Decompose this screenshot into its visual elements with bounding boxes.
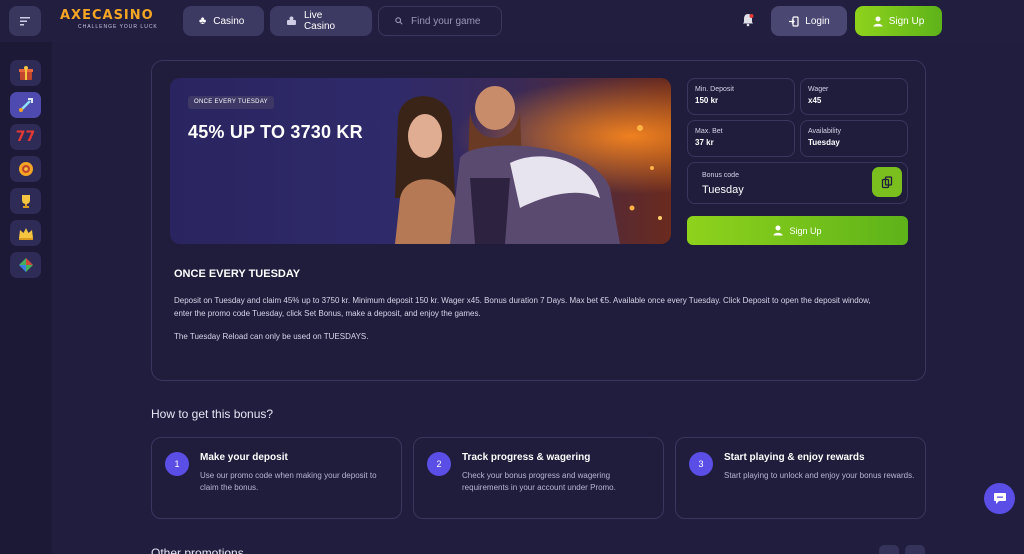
step-number: 2 — [427, 452, 451, 476]
sidebar-item-battles[interactable] — [10, 92, 41, 118]
dealer-icon — [286, 16, 296, 25]
gem-icon — [18, 258, 33, 272]
sidebar-item-tournaments[interactable] — [10, 188, 41, 214]
logo-tagline: CHALLENGE YOUR LUCK — [78, 24, 158, 30]
login-icon — [789, 15, 799, 27]
info-availability-value: Tuesday — [808, 138, 840, 147]
signup-button-header[interactable]: Sign Up — [855, 6, 942, 36]
user-add-icon — [873, 16, 883, 26]
info-min-deposit: Min. Deposit 150 kr — [687, 78, 795, 115]
notification-bell-icon[interactable] — [742, 13, 754, 27]
info-availability-label: Availability — [808, 128, 841, 135]
info-min-deposit-value: 150 kr — [695, 96, 719, 105]
trophy-icon — [21, 195, 30, 208]
sidebar: 77 — [0, 42, 52, 554]
step-description: Use our promo code when making your depo… — [200, 471, 377, 492]
chat-icon — [993, 493, 1006, 504]
info-wager-label: Wager — [808, 86, 829, 93]
chat-button[interactable] — [984, 483, 1015, 514]
signup-button-promo[interactable]: Sign Up — [687, 216, 908, 245]
copy-code-button[interactable] — [872, 167, 902, 197]
step-title: Track progress & wagering — [462, 452, 591, 463]
promo-description: Deposit on Tuesday and claim 45% up to 3… — [174, 296, 871, 318]
nav-casino[interactable]: ♣ Casino — [183, 6, 264, 36]
login-label: Login — [805, 15, 830, 27]
info-min-deposit-label: Min. Deposit — [695, 86, 734, 93]
site-logo[interactable]: AXECASINO CHALLENGE YOUR LUCK — [60, 8, 165, 34]
gift-box-icon — [18, 66, 33, 80]
sidebar-item-slots[interactable]: 77 — [10, 124, 41, 150]
sword-icon — [18, 98, 33, 112]
nav-live-casino-label: Live Casino — [303, 10, 336, 32]
info-wager-value: x45 — [808, 96, 822, 105]
search-input[interactable] — [411, 15, 501, 27]
menu-button[interactable] — [9, 6, 41, 36]
logo-text: AXECASINO — [60, 8, 154, 23]
search-box[interactable] — [378, 6, 502, 36]
info-wager: Wager x45 — [800, 78, 908, 115]
step-card-3: 3 Start playing & enjoy rewards Start pl… — [675, 437, 926, 519]
search-icon — [395, 17, 403, 25]
nav-casino-label: Casino — [213, 15, 245, 27]
copy-icon — [881, 175, 893, 188]
slot-seven-icon: 77 — [15, 129, 36, 145]
step-title: Make your deposit — [200, 452, 288, 463]
signup-label-header: Sign Up — [888, 15, 925, 27]
chip-icon — [18, 162, 33, 176]
login-button[interactable]: Login — [771, 6, 847, 36]
step-title: Start playing & enjoy rewards — [724, 452, 865, 463]
how-to-title: How to get this bonus? — [151, 407, 274, 421]
next-page-button[interactable] — [905, 545, 925, 554]
prev-page-button[interactable] — [879, 545, 899, 554]
step-number: 1 — [165, 452, 189, 476]
info-max-bet-label: Max. Bet — [695, 128, 723, 135]
info-availability: Availability Tuesday — [800, 120, 908, 157]
info-max-bet-value: 37 kr — [695, 138, 714, 147]
user-add-icon — [773, 225, 783, 236]
other-promotions-title: Other promotions — [151, 546, 244, 554]
bonus-code-value: Tuesday — [702, 184, 744, 196]
info-max-bet: Max. Bet 37 kr — [687, 120, 795, 157]
promo-banner: ONCE EVERY TUESDAY 45% UP TO 3730 KR — [170, 78, 671, 244]
bonus-code-label: Bonus code — [702, 172, 739, 179]
signup-label-promo: Sign Up — [789, 225, 822, 236]
sidebar-item-vip[interactable] — [10, 220, 41, 246]
sidebar-item-promotions[interactable] — [10, 60, 41, 86]
promo-note: The Tuesday Reload can only be used on T… — [174, 332, 369, 341]
step-number: 3 — [689, 452, 713, 476]
step-description: Check your bonus progress and wagering r… — [462, 471, 616, 492]
club-icon: ♣ — [199, 15, 207, 27]
promo-desc-title: ONCE EVERY TUESDAY — [174, 268, 301, 280]
step-card-2: 2 Track progress & wagering Check your b… — [413, 437, 664, 519]
step-card-1: 1 Make your deposit Use our promo code w… — [151, 437, 402, 519]
hamburger-icon — [20, 17, 30, 26]
nav-live-casino[interactable]: Live Casino — [270, 6, 372, 36]
sidebar-item-table-games[interactable] — [10, 156, 41, 182]
top-bar: AXECASINO CHALLENGE YOUR LUCK ♣ Casino L… — [0, 0, 1024, 42]
promo-badge: ONCE EVERY TUESDAY — [188, 96, 274, 109]
crown-icon — [18, 228, 33, 240]
promo-title: 45% UP TO 3730 KR — [188, 122, 363, 142]
step-description: Start playing to unlock and enjoy your b… — [724, 471, 915, 480]
sidebar-item-shop[interactable] — [10, 252, 41, 278]
